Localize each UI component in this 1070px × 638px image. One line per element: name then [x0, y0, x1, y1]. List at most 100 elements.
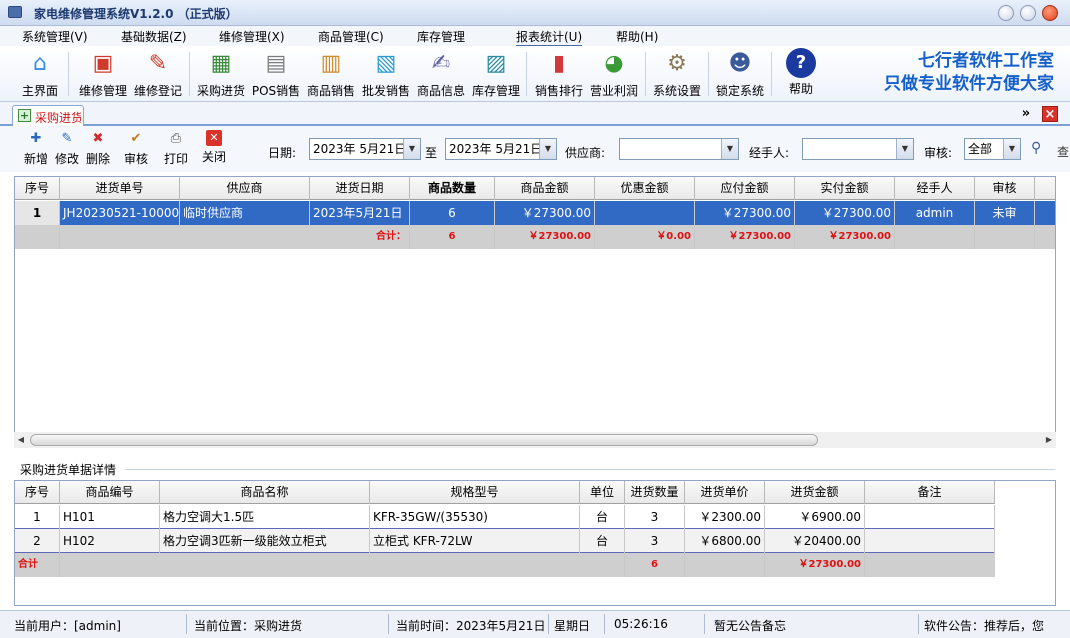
toolbar-inventory-button[interactable]: ▨ 库存管理: [469, 48, 523, 99]
chevron-down-icon[interactable]: ▼: [1003, 139, 1020, 159]
main-toolbar: ⌂ 主界面 ▣ 维修管理 ✎ 维修登记 ▦ 采购进货 ▤ POS销售 ▥ 商品销…: [0, 46, 1070, 102]
spreadsheet-icon: ▦: [210, 51, 232, 76]
monitor-check-icon: ▣: [92, 51, 114, 76]
col-header-discount[interactable]: 优惠金额: [595, 177, 695, 200]
menu-goods[interactable]: 商品管理(C): [318, 28, 384, 45]
menu-system[interactable]: 系统管理(V): [22, 28, 88, 45]
status-announcement: 软件公告：推荐后，您: [924, 619, 1045, 633]
detail-col-index[interactable]: 序号: [15, 481, 60, 504]
tab-strip: + 采购进货 » ×: [0, 102, 1070, 126]
detail-col-amount[interactable]: 进货金额: [765, 481, 865, 504]
col-header-order-no[interactable]: 进货单号: [60, 177, 180, 200]
search-label-partial[interactable]: 查: [1057, 143, 1070, 159]
col-header-paid[interactable]: 实付金额: [795, 177, 895, 200]
menu-help[interactable]: 帮助(H): [616, 28, 658, 45]
toolbar-lock-button[interactable]: ☻ 锁定系统: [713, 48, 767, 99]
help-window-button[interactable]: [998, 5, 1014, 21]
scroll-thumb[interactable]: [30, 434, 818, 446]
toolbar-goods-info-button[interactable]: ✍ 商品信息: [414, 48, 468, 99]
status-user: 当前用户：[admin]: [14, 619, 121, 633]
date-from-picker[interactable]: 2023年 5月21日 ▼: [309, 138, 421, 160]
detail-col-remark[interactable]: 备注: [865, 481, 995, 504]
status-date: 当前时间：2023年5月21日: [396, 619, 546, 633]
chevron-down-icon[interactable]: ▼: [721, 139, 738, 159]
audit-button[interactable]: ✔ 审核: [122, 130, 150, 167]
col-header-qty[interactable]: 商品数量: [410, 177, 495, 200]
date-to-picker[interactable]: 2023年 5月21日 ▼: [445, 138, 557, 160]
handler-select[interactable]: ▼: [802, 138, 914, 160]
toolbar-settings-button[interactable]: ⚙ 系统设置: [650, 48, 704, 99]
col-header-payable[interactable]: 应付金额: [695, 177, 795, 200]
col-header-goods-amount[interactable]: 商品金额: [495, 177, 595, 200]
toolbar-goods-sale-button[interactable]: ▥ 商品销售: [304, 48, 358, 99]
close-button[interactable]: ✕ 关闭: [200, 130, 228, 165]
tab-purchase[interactable]: + 采购进货: [12, 105, 84, 126]
section-divider: [125, 469, 1055, 470]
status-separator: [186, 614, 187, 634]
table-row[interactable]: 1 H101 格力空调大1.5匹 KFR-35GW/(35530) 台 3 ￥2…: [15, 505, 995, 529]
clipboard-icon: ▥: [320, 51, 342, 76]
detail-col-spec[interactable]: 规格型号: [370, 481, 580, 504]
menu-repair[interactable]: 维修管理(X): [219, 28, 285, 45]
supplier-select[interactable]: ▼: [619, 138, 739, 160]
close-window-button[interactable]: [1042, 5, 1058, 21]
col-header-audit[interactable]: 审核: [975, 177, 1035, 200]
toolbar-repair-button[interactable]: ▣ 维修管理: [76, 48, 130, 99]
print-button[interactable]: ⎙ 打印: [162, 130, 190, 167]
chevron-down-icon[interactable]: ▼: [896, 139, 913, 159]
toolbar-purchase-button[interactable]: ▦ 采购进货: [194, 48, 248, 99]
detail-col-code[interactable]: 商品编号: [60, 481, 160, 504]
menu-bar: 系统管理(V) 基础数据(Z) 维修管理(X) 商品管理(C) 库存管理 报表统…: [0, 26, 1070, 46]
col-header-handler[interactable]: 经手人: [895, 177, 975, 200]
tab-scroll-chevron-icon[interactable]: »: [1018, 106, 1034, 122]
window-title: 家电维修管理系统V1.2.0 （正式版）: [34, 7, 238, 21]
detail-col-name[interactable]: 商品名称: [160, 481, 370, 504]
supplier-label: 供应商:: [565, 146, 606, 160]
toolbar-separator: [771, 52, 772, 96]
menu-inventory[interactable]: 库存管理: [417, 28, 465, 45]
horizontal-scrollbar[interactable]: ◀ ▶: [14, 432, 1056, 448]
scroll-left-icon[interactable]: ◀: [14, 432, 28, 448]
table-row[interactable]: 1 JH20230521-100001 临时供应商 2023年5月21日 6 ￥…: [15, 201, 1055, 225]
menu-reports[interactable]: 报表统计(U): [516, 28, 583, 46]
chevron-down-icon[interactable]: ▼: [403, 139, 420, 159]
edit-icon: ✎: [61, 131, 73, 146]
col-header-index[interactable]: 序号: [15, 177, 60, 200]
delete-button[interactable]: ✖ 删除: [84, 130, 112, 167]
col-header-date[interactable]: 进货日期: [310, 177, 410, 200]
home-icon: ⌂: [33, 51, 47, 76]
cash-register-icon: ▤: [265, 51, 287, 76]
detail-grid: 序号 商品编号 商品名称 规格型号 单位 进货数量 进货单价 进货金额 备注 1…: [14, 480, 1056, 606]
app-icon: [8, 6, 22, 18]
status-weekday: 星期日: [554, 619, 591, 633]
new-button[interactable]: ✚ 新增: [22, 130, 50, 167]
brand-slogan: 七行者软件工作室 只做专业软件方便大家: [884, 50, 1054, 96]
toolbar-pos-button[interactable]: ▤ POS销售: [250, 48, 302, 99]
edit-button[interactable]: ✎ 修改: [53, 130, 81, 167]
audit-icon: ✔: [130, 131, 142, 146]
chevron-down-icon[interactable]: ▼: [539, 139, 556, 159]
audit-select[interactable]: 全部 ▼: [964, 138, 1021, 160]
handler-label: 经手人:: [749, 146, 790, 160]
menu-basic-data[interactable]: 基础数据(Z): [121, 28, 187, 45]
toolbar-sales-rank-button[interactable]: ▮ 销售排行: [532, 48, 586, 99]
col-header-supplier[interactable]: 供应商: [180, 177, 310, 200]
status-clock: 05:26:16: [614, 617, 668, 631]
table-row[interactable]: 2 H102 格力空调3匹新一级能效立柜式 立柜式 KFR-72LW 台 3 ￥…: [15, 529, 995, 553]
toolbar-repair-register-button[interactable]: ✎ 维修登记: [131, 48, 185, 99]
status-separator: [604, 614, 605, 634]
notebook-icon: ▧: [375, 51, 397, 76]
detail-col-unit[interactable]: 单位: [580, 481, 625, 504]
scroll-right-icon[interactable]: ▶: [1042, 432, 1056, 448]
toolbar-home-button[interactable]: ⌂ 主界面: [18, 48, 62, 99]
detail-col-price[interactable]: 进货单价: [685, 481, 765, 504]
detail-col-qty[interactable]: 进货数量: [625, 481, 685, 504]
search-icon[interactable]: ⚲: [1031, 140, 1041, 156]
toolbar-profit-button[interactable]: ◕ 营业利润: [587, 48, 641, 99]
toolbar-wholesale-button[interactable]: ▧ 批发销售: [359, 48, 413, 99]
minimize-button[interactable]: [1020, 5, 1036, 21]
toolbar-help-button[interactable]: ? 帮助: [778, 48, 824, 97]
delete-icon: ✖: [92, 131, 104, 146]
close-icon: ✕: [206, 130, 222, 146]
tab-close-icon[interactable]: ×: [1042, 106, 1058, 122]
